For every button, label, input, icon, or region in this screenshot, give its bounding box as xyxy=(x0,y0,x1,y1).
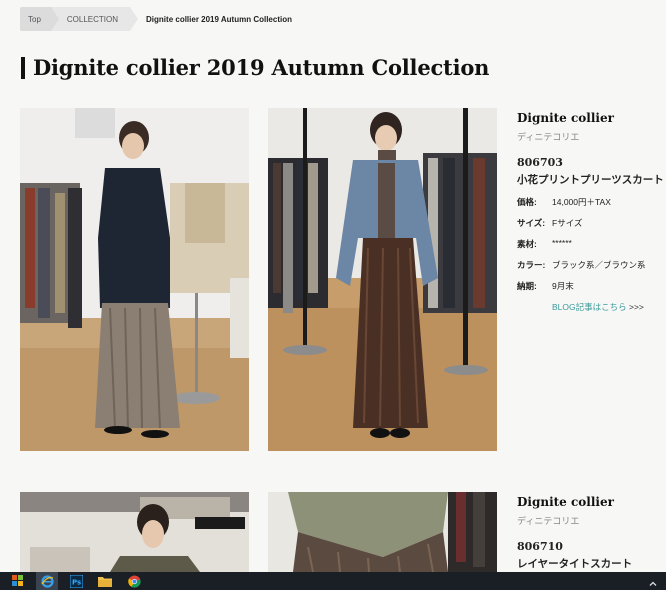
spec-material: 素材: ****** xyxy=(517,238,666,250)
spec-value: ****** xyxy=(552,238,572,248)
title-accent-bar xyxy=(21,56,25,79)
item-code: 806703 xyxy=(517,156,563,169)
breadcrumb-collection-link[interactable]: COLLECTION xyxy=(50,7,139,31)
spec-price: 価格: 14,000円＋TAX xyxy=(517,196,666,208)
brand-name-kana: ディニテコリエ xyxy=(517,516,580,526)
tray-expand-icon[interactable] xyxy=(648,576,658,586)
spec-value: Fサイズ xyxy=(552,218,583,228)
breadcrumb: Top COLLECTION Dignite collier 2019 Autu… xyxy=(20,7,302,31)
windows-taskbar: Ps xyxy=(0,572,666,590)
photoshop-icon[interactable]: Ps xyxy=(65,572,87,590)
product-photo-navy-knit[interactable] xyxy=(20,108,249,451)
breadcrumb-top-link[interactable]: Top xyxy=(20,7,59,31)
brand-name: Dignite collier xyxy=(517,495,614,509)
blog-link-row: BLOG記事はこちら >>> xyxy=(517,301,666,313)
internet-explorer-icon[interactable] xyxy=(36,572,58,590)
windows-explorer-icon[interactable] xyxy=(7,572,29,590)
spec-label: サイズ: xyxy=(517,218,546,228)
item-name: レイヤータイトスカート xyxy=(517,558,633,570)
chrome-icon[interactable] xyxy=(123,572,145,590)
blog-link-arrows: >>> xyxy=(629,302,644,312)
breadcrumb-current: Dignite collier 2019 Autumn Collection xyxy=(146,14,292,24)
product-photo-green-knit[interactable] xyxy=(20,492,249,572)
spec-value: ブラック系／ブラウン系 xyxy=(552,260,646,270)
spec-label: 納期: xyxy=(517,281,537,291)
page-title: Dignite collier 2019 Autumn Collection xyxy=(33,55,490,80)
product-photo-layered-skirt[interactable] xyxy=(268,492,497,572)
product-info-1: Dignite collier ディニテコリエ 806703 小花プリントプリー… xyxy=(517,111,666,313)
blog-link[interactable]: BLOG記事はこちら xyxy=(552,302,627,312)
brand-name: Dignite collier xyxy=(517,111,614,125)
item-code: 806710 xyxy=(517,540,563,553)
page-title-block: Dignite collier 2019 Autumn Collection xyxy=(21,55,489,80)
spec-label: 価格: xyxy=(517,197,537,207)
item-name: 小花プリントプリーツスカート xyxy=(517,174,664,186)
svg-text:Ps: Ps xyxy=(72,578,81,586)
product-photo-blue-jacket[interactable] xyxy=(268,108,497,451)
spec-value: 14,000円＋TAX xyxy=(552,197,611,207)
spec-delivery: 納期: 9月末 xyxy=(517,280,666,292)
brand-name-kana: ディニテコリエ xyxy=(517,132,580,142)
spec-label: カラー: xyxy=(517,260,546,270)
spec-label: 素材: xyxy=(517,239,537,249)
spec-size: サイズ: Fサイズ xyxy=(517,217,666,229)
product-info-2: Dignite collier ディニテコリエ 806710 レイヤータイトスカ… xyxy=(517,495,666,571)
folder-icon[interactable] xyxy=(94,572,116,590)
spec-color: カラー: ブラック系／ブラウン系 xyxy=(517,259,666,271)
spec-value: 9月末 xyxy=(552,281,574,291)
